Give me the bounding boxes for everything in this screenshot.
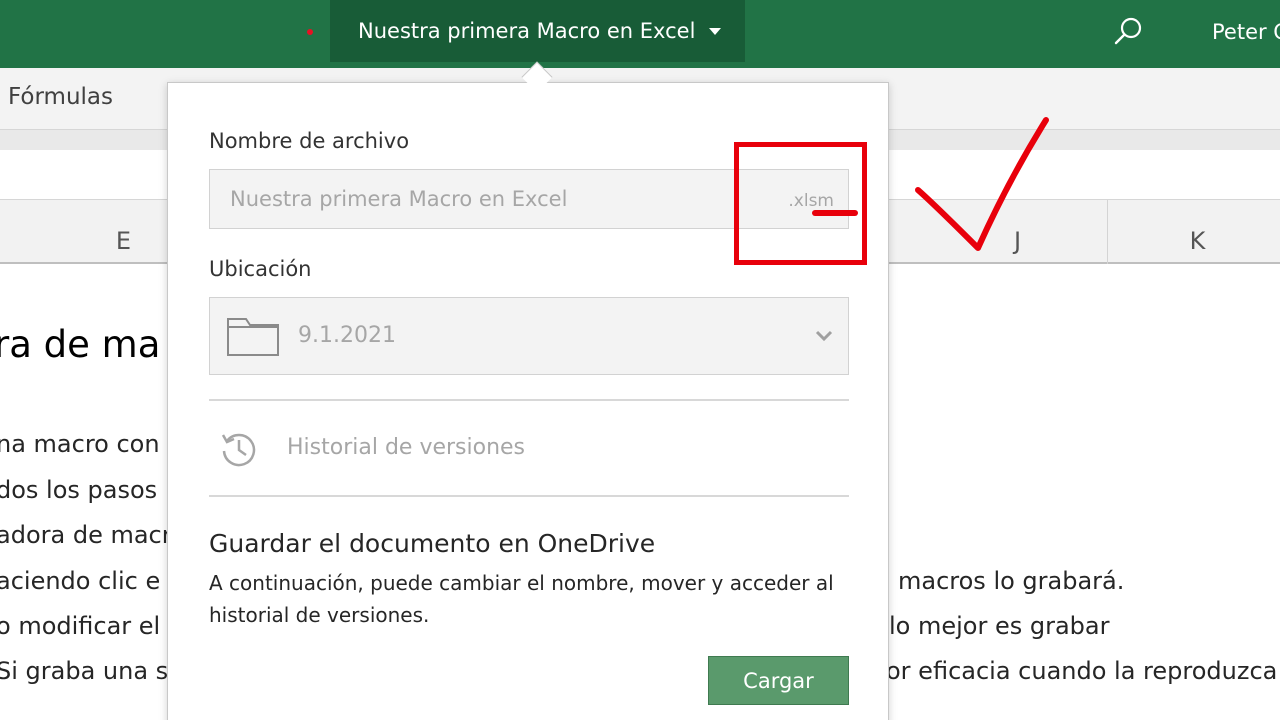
column-header-k[interactable]: K [1108,200,1280,264]
column-header-j[interactable]: J [928,200,1108,264]
sheet-line: Si graba una s [0,657,169,685]
title-bar: Nuestra primera Macro en Excel Peter C [0,0,1280,68]
sheet-line: adora de macr [0,521,172,549]
divider [209,399,849,401]
sheet-line: aciendo clic e [0,567,161,595]
document-title-button[interactable]: Nuestra primera Macro en Excel [330,0,745,62]
sheet-line: o modificar el [0,612,161,640]
autosave-indicator [307,29,313,35]
chevron-down-icon [709,27,722,35]
chevron-down-icon [815,330,833,342]
history-icon [221,433,256,467]
filename-value: Nuestra primera Macro en Excel [230,187,568,211]
sheet-line: dos los pasos [0,476,158,504]
tab-formulas[interactable]: Fórmulas [8,84,113,110]
sheet-heading: ra de ma [0,323,161,366]
save-onedrive-description: A continuación, puede cambiar el nombre,… [209,571,834,627]
save-onedrive-title: Guardar el documento en OneDrive [209,529,656,558]
sheet-line: na macro con [0,430,160,458]
filename-label: Nombre de archivo [209,129,410,153]
location-value: 9.1.2021 [298,323,396,348]
location-label: Ubicación [209,257,312,281]
document-title: Nuestra primera Macro en Excel [358,19,696,43]
version-history-link[interactable]: Historial de versiones [209,419,849,479]
folder-icon [227,318,279,356]
sheet-line: or eficacia cuando la reproduzca [886,657,1278,685]
upload-button[interactable]: Cargar [708,656,849,705]
sheet-line: lo mejor es grabar [889,612,1110,640]
search-icon[interactable] [1112,16,1144,48]
annotation-box [734,142,867,265]
sheet-line: macros lo grabará. [898,567,1125,595]
divider [209,495,849,497]
user-name[interactable]: Peter C [1212,20,1280,44]
location-dropdown[interactable]: 9.1.2021 [209,297,849,375]
version-history-label: Historial de versiones [287,435,526,460]
